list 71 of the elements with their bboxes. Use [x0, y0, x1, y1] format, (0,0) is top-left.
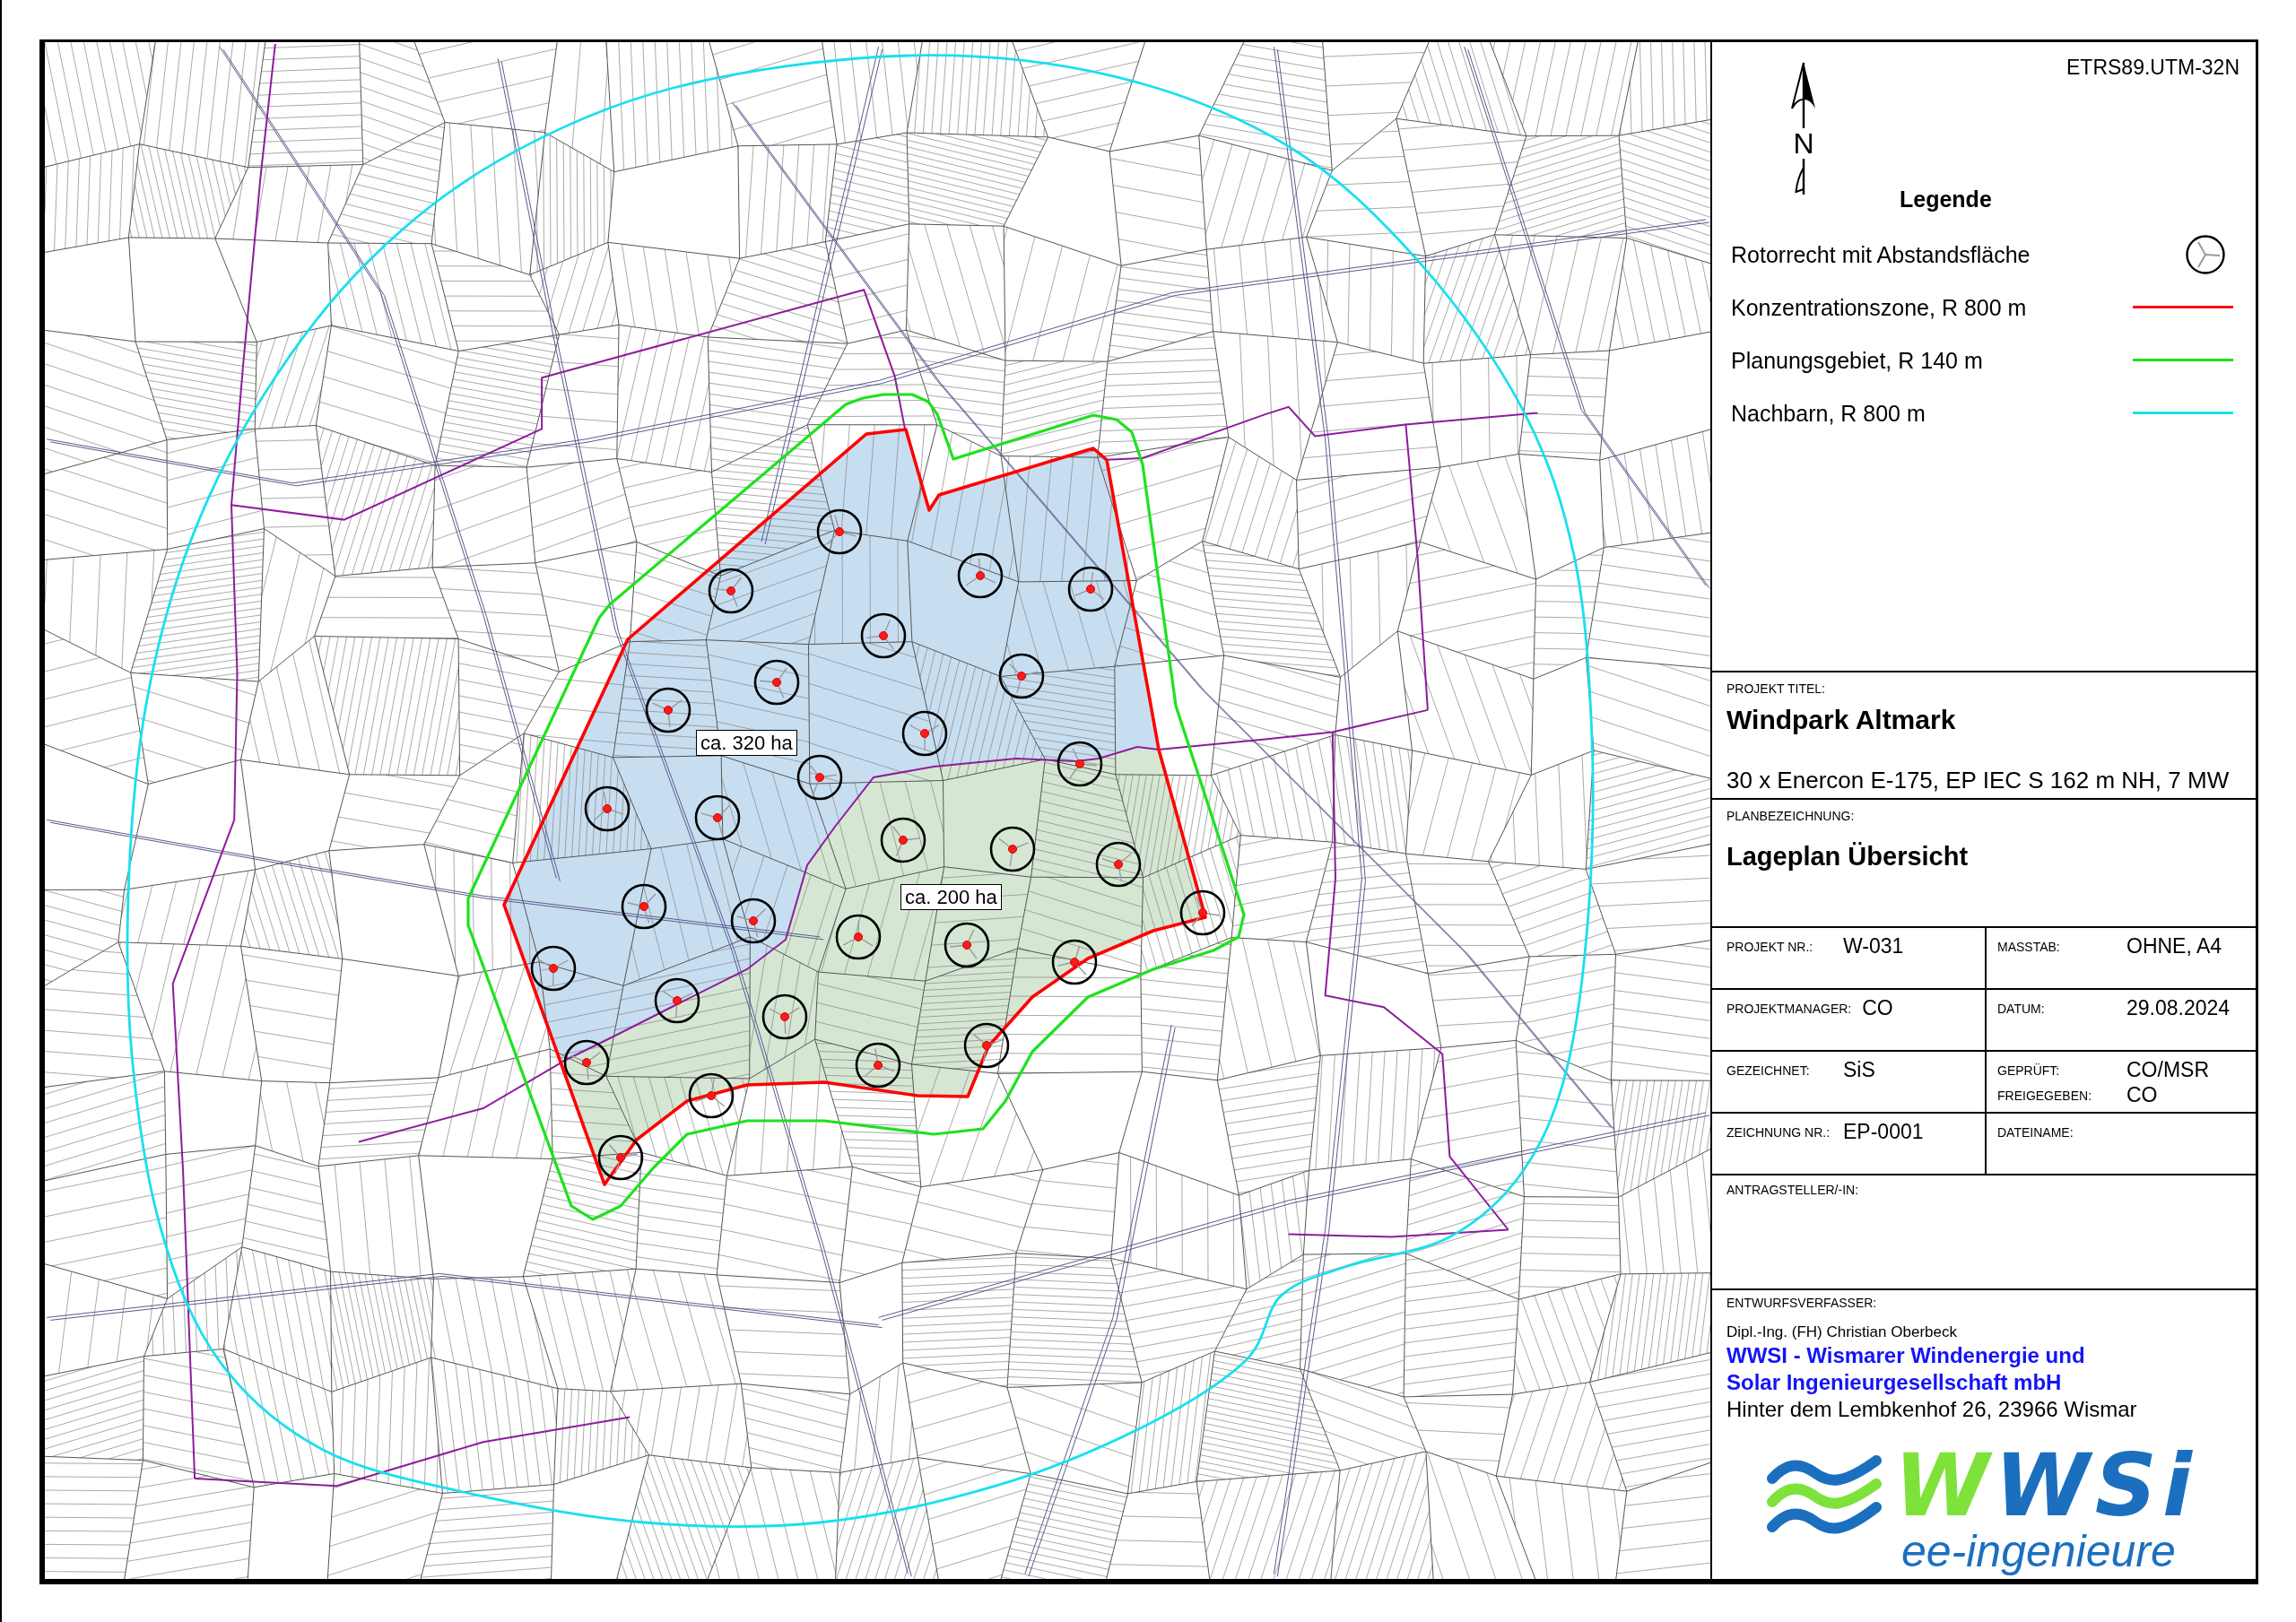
turbine-marker-icon [963, 1022, 1010, 1069]
section-label: PLANBEZEICHNUNG: [1726, 809, 1855, 823]
project-subtitle: 30 x Enercon E-175, EP IEC S 162 m NH, 7 MW [1726, 767, 2230, 794]
turbine-marker-icon [694, 794, 741, 841]
turbine-marker-icon [688, 1072, 735, 1119]
field-value: 29.08.2024 [2126, 997, 2231, 1019]
field-label: FREIGEGEBEN: [1997, 1088, 2093, 1103]
field-value: CO [1862, 997, 1893, 1019]
field-value: SiS [1843, 1059, 1875, 1081]
field-value: OHNE, A4 [2126, 935, 2222, 958]
section-label: PROJEKT TITEL: [1726, 681, 1825, 696]
turbine-marker-icon [645, 687, 691, 733]
turbine-marker-icon [1057, 741, 1103, 787]
turbine-marker-icon [563, 1039, 610, 1086]
logo-wordmark: WWSi [1894, 1443, 2197, 1529]
company-address: Hinter dem Lembkenhof 26, 23966 Wismar [1726, 1396, 2137, 1423]
turbine-marker-icon [816, 508, 863, 555]
turbine-marker-icon [944, 922, 990, 968]
area-label: ca. 320 ha [696, 730, 797, 756]
field-label: DATUM: [1997, 1001, 2046, 1016]
legend-label: Nachbarn, R 800 m [1731, 399, 1926, 427]
field-label: PROJEKTMANAGER: [1726, 1001, 1853, 1016]
field-label: GEPRÜFT: [1997, 1063, 2061, 1078]
turbine-marker-icon [1179, 889, 1226, 936]
turbine-marker-icon [1095, 841, 1142, 888]
turbine-marker-icon [1067, 566, 1114, 612]
north-arrow-icon [1789, 62, 1818, 128]
field-label: PROJEKT NR.: [1726, 939, 1814, 954]
turbine-marker-icon [835, 914, 882, 960]
turbine-marker-icon [998, 653, 1045, 699]
designer-name: Dipl.-Ing. (FH) Christian Oberbeck [1726, 1323, 1957, 1342]
turbine-marker-icon [621, 883, 667, 930]
project-title: Windpark Altmark [1726, 704, 1956, 736]
field-label: GEZEICHNET: [1726, 1063, 1811, 1078]
waves-icon [1767, 1453, 1882, 1536]
field-value: W-031 [1843, 935, 1904, 958]
turbine-marker-icon [957, 552, 1004, 599]
field-value: EP-0001 [1843, 1121, 1924, 1143]
turbine-marker-icon [901, 710, 948, 757]
turbine-marker-icon [989, 826, 1036, 872]
section-label: ENTWURFSVERFASSER: [1726, 1296, 1877, 1310]
company-name: WWSI - Wismarer Windenergie und Solar Ingenieurgesellschaft mbH [1726, 1342, 2086, 1396]
turbine-marker-icon [860, 612, 907, 659]
logo-tagline: ee-ingenieure [1901, 1529, 2177, 1574]
legend-label: Planungsgebiet, R 140 m [1731, 346, 1983, 374]
legend-label: Konzentrationszone, R 800 m [1731, 293, 2027, 321]
field-label: ZEICHNUNG NR.: [1726, 1124, 1831, 1140]
turbine-marker-icon [1051, 939, 1098, 985]
turbine-marker-icon [708, 568, 754, 614]
field-value: CO [2126, 1084, 2158, 1106]
plan-title: Lageplan Übersicht [1726, 841, 1969, 872]
turbine-symbol-icon [2186, 234, 2225, 274]
area-label: ca. 200 ha [900, 884, 1002, 910]
north-label: N [1793, 128, 1814, 159]
turbine-marker-icon [880, 817, 926, 863]
field-value: CO/MSR [2126, 1059, 2209, 1081]
turbine-marker-icon [855, 1042, 901, 1089]
section-label: ANTRAGSTELLER/-IN: [1726, 1183, 1859, 1197]
turbine-marker-icon [796, 754, 843, 801]
turbine-marker-icon [654, 977, 700, 1024]
coordinate-system: ETRS89.UTM-32N [2066, 55, 2239, 81]
turbine-marker-icon [530, 945, 577, 992]
field-label: DATEINAME: [1997, 1124, 2074, 1140]
turbine-marker-icon [730, 898, 777, 944]
turbine-marker-icon [753, 659, 800, 706]
legend-label: Rotorrecht mit Abstandsfläche [1731, 240, 2031, 268]
turbine-marker-icon [597, 1134, 644, 1181]
legend-title: Legende [1900, 186, 1992, 213]
turbine-marker-icon [584, 785, 631, 832]
field-label: MASSTAB: [1997, 939, 2061, 954]
turbine-marker-icon [761, 993, 808, 1040]
